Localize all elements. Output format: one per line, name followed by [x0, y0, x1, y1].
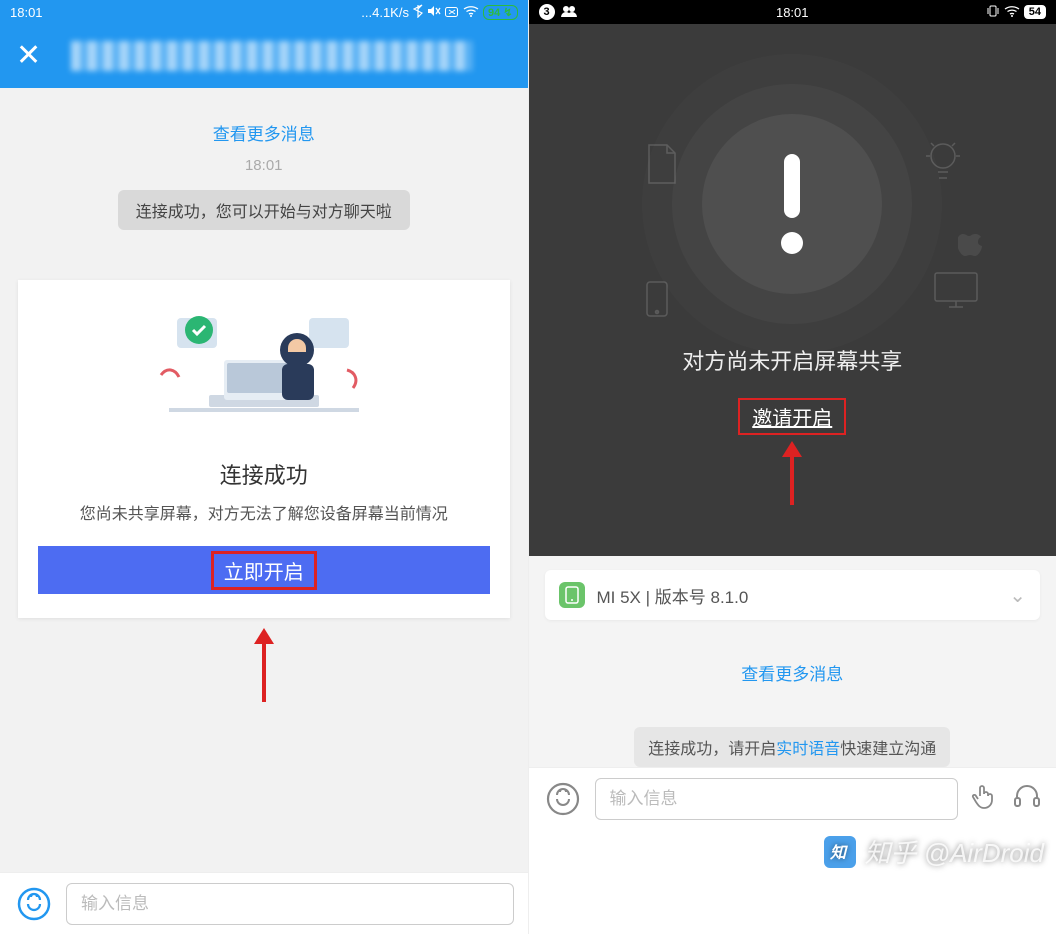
system-message: 连接成功，您可以开始与对方聊天啦	[118, 190, 410, 230]
start-now-button[interactable]: 立即开启	[38, 546, 490, 594]
input-bar-right	[529, 767, 1056, 829]
monitor-icon	[931, 269, 981, 318]
system-message: 连接成功，请开启实时语音快速建立沟通	[634, 727, 950, 767]
phone-icon	[644, 279, 670, 324]
vibrate-icon	[986, 4, 1000, 21]
voice-icon[interactable]	[14, 884, 54, 924]
card-title: 连接成功	[38, 458, 490, 490]
realtime-voice-link[interactable]: 实时语音	[776, 741, 840, 758]
share-status-text: 对方尚未开启屏幕共享	[682, 344, 902, 376]
message-input[interactable]	[66, 883, 514, 925]
exclamation-icon	[702, 114, 882, 294]
phone-screenshot-left: 18:01 ...4.1K/s 94 ↯ ✕ 查看更多消息 18:01 连接成功…	[0, 0, 529, 934]
connection-card: 连接成功 您尚未共享屏幕，对方无法了解您设备屏幕当前情况 立即开启	[18, 280, 510, 618]
invite-link[interactable]: 邀请开启	[752, 408, 832, 430]
status-bar-left: 18:01 ...4.1K/s 94 ↯	[0, 0, 528, 24]
annotation-highlight: 邀请开启	[738, 398, 846, 435]
watermark: 知 知乎 @AirDroid	[824, 833, 1044, 870]
card-subtitle: 您尚未共享屏幕，对方无法了解您设备屏幕当前情况	[38, 500, 490, 524]
status-time: 18:01	[776, 5, 809, 20]
annotation-arrow	[250, 624, 278, 704]
wifi-icon	[1004, 5, 1020, 20]
device-icon	[559, 582, 585, 608]
gesture-icon[interactable]	[970, 781, 1000, 816]
screen-share-panel: 对方尚未开启屏幕共享 邀请开启 MI 5X | 版本号 8.1.0 ⌄ 查看更多…	[529, 24, 1056, 767]
device-name: MI 5X | 版本号 8.1.0	[597, 583, 749, 608]
chevron-down-icon: ⌄	[1009, 583, 1026, 608]
voice-icon[interactable]	[543, 779, 583, 819]
close-icon[interactable]: ✕	[16, 41, 41, 71]
status-time: 18:01	[10, 5, 43, 20]
contacts-icon	[561, 5, 577, 20]
message-timestamp: 18:01	[245, 157, 283, 174]
notification-count: 3	[539, 4, 555, 20]
wifi-icon	[463, 5, 479, 20]
file-icon	[639, 139, 683, 194]
annotation-arrow	[779, 437, 805, 512]
battery-saver-icon	[445, 5, 459, 20]
chat-title-blurred	[71, 41, 471, 71]
bluetooth-icon	[413, 4, 423, 21]
battery-badge: 54	[1024, 5, 1046, 19]
chat-header: ✕	[0, 24, 528, 88]
device-info-row[interactable]: MI 5X | 版本号 8.1.0 ⌄	[545, 570, 1041, 620]
svg-text:知: 知	[829, 844, 848, 862]
battery-badge: 94 ↯	[483, 5, 518, 20]
phone-screenshot-right: 3 18:01 54 对方尚未开启屏幕共享 邀请开启	[529, 0, 1056, 934]
status-bar-right: 3 18:01 54	[529, 0, 1056, 24]
view-more-link[interactable]: 查看更多消息	[213, 120, 315, 145]
input-bar-left	[0, 872, 528, 934]
lightbulb-icon	[920, 134, 966, 189]
headset-icon[interactable]	[1012, 781, 1042, 816]
message-input[interactable]	[595, 778, 959, 820]
chat-body-left: 查看更多消息 18:01 连接成功，您可以开始与对方聊天啦	[0, 88, 528, 872]
annotation-highlight: 立即开启	[211, 551, 317, 590]
mute-icon	[427, 5, 441, 20]
chat-body-right: MI 5X | 版本号 8.1.0 ⌄ 查看更多消息 连接成功，请开启实时语音快…	[529, 556, 1056, 767]
status-net-speed: ...4.1K/s	[361, 5, 409, 20]
apple-icon	[958, 224, 986, 261]
view-more-link[interactable]: 查看更多消息	[741, 660, 843, 685]
card-illustration	[38, 300, 490, 440]
